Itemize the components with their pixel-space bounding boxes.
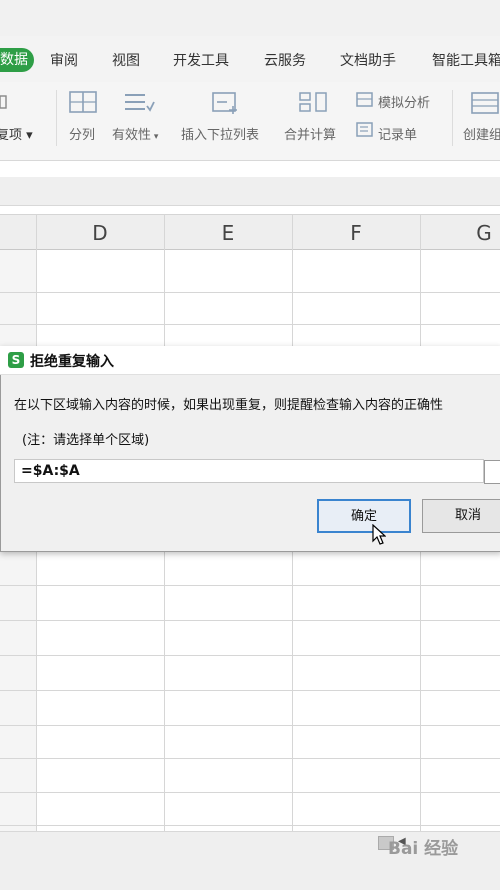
tab-view[interactable]: 视图 xyxy=(112,50,140,70)
merge-calculate-button[interactable]: 合并计算 xyxy=(284,124,336,143)
column-header-d[interactable]: D xyxy=(36,214,164,250)
duplicate-icon xyxy=(0,95,7,109)
insert-dropdown-list-button[interactable]: 插入下拉列表 xyxy=(181,124,259,143)
simulate-analysis-icon xyxy=(356,92,373,107)
column-header-e[interactable]: E xyxy=(164,214,292,250)
duplicate-items-button[interactable]: 复项 ▾ xyxy=(0,124,33,143)
cancel-button[interactable]: 取消 xyxy=(422,499,500,533)
grid-row-line xyxy=(0,292,500,293)
tab-smart-toolbox[interactable]: 智能工具箱 xyxy=(432,50,500,70)
column-header-g[interactable]: G xyxy=(420,214,500,250)
toolbar-divider xyxy=(56,90,57,146)
grid-row-line xyxy=(0,758,500,759)
title-strip xyxy=(0,0,500,36)
validity-button[interactable]: 有效性 ▾ xyxy=(112,124,158,143)
mouse-cursor-icon xyxy=(372,524,386,545)
insert-dropdown-list-icon xyxy=(212,92,237,114)
grid-row-line xyxy=(0,825,500,826)
tab-cloud-service[interactable]: 云服务 xyxy=(264,50,306,70)
tab-document-assistant[interactable]: 文档助手 xyxy=(340,50,396,70)
range-input[interactable]: =$A:$A xyxy=(14,459,484,483)
validity-icon xyxy=(125,94,155,112)
grid-row-line xyxy=(0,690,500,691)
grid-row-line xyxy=(0,324,500,325)
watermark: Bai 经验 xyxy=(388,839,459,859)
dialog-note: (注：请选择单个区域) xyxy=(22,433,150,448)
grid-row-line xyxy=(0,725,500,726)
column-header-f[interactable]: F xyxy=(292,214,420,250)
range-picker-icon[interactable] xyxy=(484,460,500,484)
ok-button[interactable]: 确定 xyxy=(317,499,411,533)
split-columns-button[interactable]: 分列 xyxy=(69,124,95,143)
merge-calculate-icon xyxy=(299,92,327,112)
tab-review[interactable]: 审阅 xyxy=(50,50,78,70)
grid-row-line xyxy=(0,585,500,586)
grid-row-line xyxy=(0,655,500,656)
tab-developer-tools[interactable]: 开发工具 xyxy=(173,50,229,70)
record-form-icon xyxy=(356,122,373,137)
create-group-button[interactable]: 创建组 xyxy=(463,124,500,143)
sheet-header-gap xyxy=(0,177,500,206)
toolbar-divider xyxy=(452,90,453,146)
simulate-analysis-button[interactable]: 模拟分析 xyxy=(378,92,430,111)
dialog-title: 拒绝重复输入 xyxy=(30,354,114,370)
create-group-icon xyxy=(471,92,499,114)
formula-bar[interactable] xyxy=(0,161,500,177)
record-form-button[interactable]: 记录单 xyxy=(378,124,417,143)
wps-sheet-logo-icon: S xyxy=(8,352,24,368)
tab-data[interactable]: 数据 xyxy=(0,48,34,72)
split-columns-icon xyxy=(69,91,97,113)
grid-row-line xyxy=(0,620,500,621)
dialog-description: 在以下区域输入内容的时候，如果出现重复，则提醒检查输入内容的正确性 xyxy=(14,398,444,413)
grid-row-line xyxy=(0,792,500,793)
